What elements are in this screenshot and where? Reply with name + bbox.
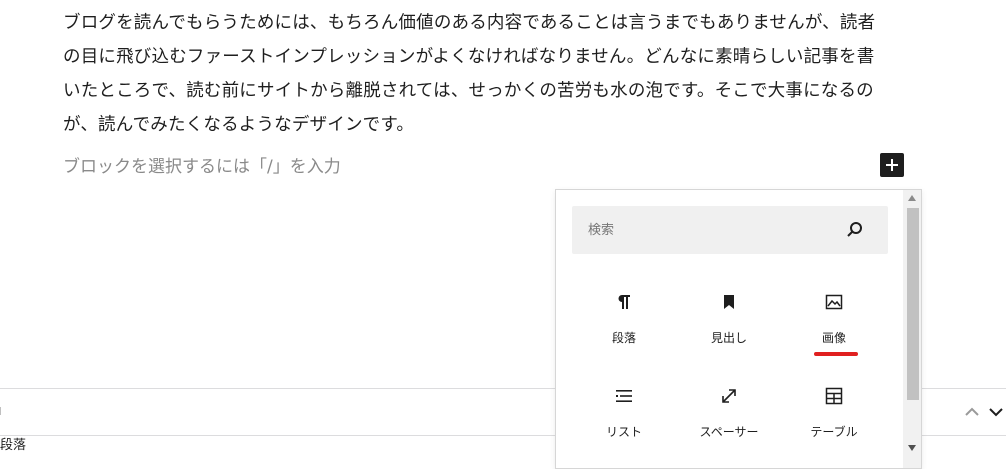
block-breadcrumb[interactable]: 段落 bbox=[0, 436, 26, 456]
highlight-underline bbox=[814, 352, 858, 356]
triangle-up-icon bbox=[908, 195, 916, 201]
scroll-thumb[interactable] bbox=[907, 208, 919, 400]
paragraph-line: いたところで、読む前にサイトから離脱されては、せっかくの苦労も水の泡です。そこで… bbox=[63, 81, 874, 101]
chevron-down-icon bbox=[989, 408, 1003, 417]
chevron-up-icon bbox=[965, 407, 979, 416]
scroll-down-arrow[interactable] bbox=[903, 440, 921, 456]
inserter-scrollbar[interactable] bbox=[903, 190, 921, 468]
resize-icon bbox=[719, 386, 739, 406]
next-block-button[interactable] bbox=[986, 402, 1006, 422]
block-list[interactable]: リスト bbox=[574, 386, 674, 466]
block-heading[interactable]: 見出し bbox=[679, 292, 779, 372]
block-label: 画像 bbox=[821, 331, 846, 345]
block-label: 段落 bbox=[611, 331, 636, 345]
inserter-search bbox=[572, 206, 888, 254]
bookmark-icon bbox=[719, 292, 739, 312]
paragraph-block[interactable]: ブログを読んでもらうためには、もちろん価値のある内容であることは言うまでもありま… bbox=[63, 6, 903, 142]
search-input[interactable] bbox=[572, 206, 848, 254]
block-table[interactable]: テーブル bbox=[784, 386, 884, 466]
block-label: テーブル bbox=[810, 425, 858, 439]
empty-block-placeholder[interactable]: ブロックを選択するには「/」を入力 bbox=[63, 155, 341, 179]
table-icon bbox=[824, 386, 844, 406]
block-image[interactable]: 画像 bbox=[784, 292, 884, 372]
block-spacer[interactable]: スペーサー bbox=[679, 386, 779, 466]
triangle-down-icon bbox=[908, 445, 916, 451]
search-icon[interactable] bbox=[845, 220, 865, 240]
paragraph-icon bbox=[614, 292, 634, 312]
block-label: 見出し bbox=[710, 331, 747, 345]
paragraph-line: ブログを読んでもらうためには、もちろん価値のある内容であることは言うまでもありま… bbox=[63, 13, 876, 33]
block-label: リスト bbox=[605, 425, 642, 439]
paragraph-line: が、読んでみたくなるようなデザインです。 bbox=[63, 115, 415, 135]
previous-block-button[interactable] bbox=[962, 402, 982, 422]
paragraph-line: の目に飛び込むファーストインプレッションがよくなければなりません。どんなに素晴ら… bbox=[63, 47, 875, 67]
list-icon bbox=[614, 386, 634, 406]
divider-mark bbox=[0, 407, 2, 415]
block-paragraph[interactable]: 段落 bbox=[574, 292, 674, 372]
block-inserter-popover: 段落 見出し 画像 リスト bbox=[555, 189, 922, 469]
plus-icon bbox=[886, 159, 898, 171]
image-icon bbox=[824, 292, 844, 312]
block-label: スペーサー bbox=[699, 425, 759, 439]
scroll-up-arrow[interactable] bbox=[903, 190, 921, 206]
block-inserter-button[interactable] bbox=[880, 153, 904, 177]
